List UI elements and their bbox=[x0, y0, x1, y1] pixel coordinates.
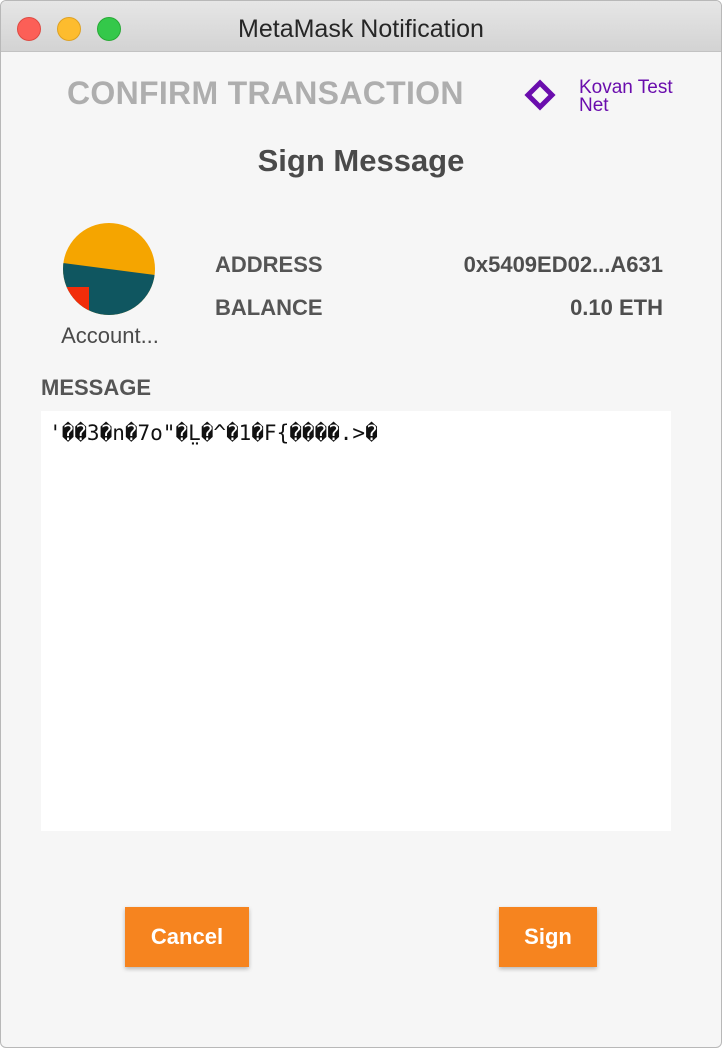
network-indicator[interactable]: Kovan Test Net bbox=[523, 78, 683, 119]
metamask-notification-window: MetaMask Notification CONFIRM TRANSACTIO… bbox=[0, 0, 722, 1048]
address-value: 0x5409ED02...A631 bbox=[463, 252, 663, 277]
cancel-button[interactable]: Cancel bbox=[125, 907, 249, 967]
kovan-diamond-icon bbox=[524, 79, 556, 111]
network-name: Kovan Test Net bbox=[579, 77, 673, 116]
address-label: ADDRESS bbox=[215, 252, 323, 277]
sign-button[interactable]: Sign bbox=[499, 907, 597, 967]
page-title: Sign Message bbox=[257, 143, 465, 178]
confirm-transaction-heading: CONFIRM TRANSACTION bbox=[67, 75, 464, 111]
account-name: Account... bbox=[61, 323, 159, 348]
window-title: MetaMask Notification bbox=[238, 15, 484, 43]
message-label: MESSAGE bbox=[41, 375, 152, 400]
title-bar[interactable]: MetaMask Notification bbox=[1, 1, 721, 52]
message-content-box[interactable]: '��3�n�7o"�L̤�^�1�F{����.>� bbox=[41, 411, 671, 831]
balance-value: 0.10 ETH bbox=[570, 295, 663, 320]
balance-label: BALANCE bbox=[215, 295, 323, 320]
jazzicon-avatar bbox=[63, 223, 155, 315]
avatar-graphic bbox=[63, 223, 155, 315]
